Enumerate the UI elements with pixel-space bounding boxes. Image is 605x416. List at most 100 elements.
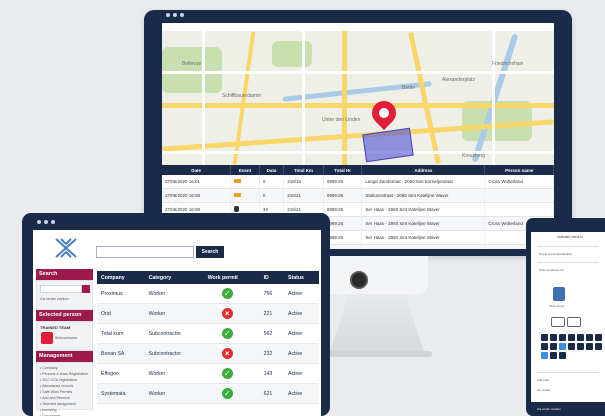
location-map[interactable]: Bellevue Schiffbauerdamm Unter den Linde… bbox=[162, 31, 554, 165]
event-address: Ser Haas - 2860 Sint Katelijne Waver bbox=[361, 244, 486, 249]
map-label: Berlin bbox=[402, 85, 415, 91]
key-button[interactable] bbox=[541, 343, 548, 350]
selected-person-title: Selected person bbox=[36, 310, 93, 321]
map-street bbox=[162, 71, 554, 74]
event-date: 27/06/2020 16:01 bbox=[162, 175, 232, 189]
company-row[interactable]: Effegoo Worker ✓ 143 Active bbox=[97, 363, 319, 384]
map-label: Schiffbauerdamm bbox=[222, 93, 262, 99]
work-permit-cell: × bbox=[203, 303, 260, 324]
company-name: Orid bbox=[97, 303, 145, 324]
column-header[interactable]: Total Km bbox=[283, 165, 324, 175]
brand-logo-icon bbox=[350, 271, 368, 289]
key-button[interactable] bbox=[559, 343, 566, 350]
key-button[interactable] bbox=[559, 334, 566, 341]
stepper-minus-button[interactable] bbox=[551, 317, 565, 327]
cross-icon: × bbox=[221, 308, 233, 319]
key-button[interactable] bbox=[595, 334, 602, 341]
map-label: Kreuzberg bbox=[462, 153, 486, 159]
key-button[interactable] bbox=[559, 352, 566, 359]
map-road bbox=[162, 103, 554, 108]
column-header[interactable]: Data bbox=[259, 165, 285, 175]
geofence-area[interactable] bbox=[362, 127, 414, 163]
column-header[interactable]: Status bbox=[284, 271, 319, 284]
map-label: Friedrichshain bbox=[492, 61, 524, 67]
app-logo-icon bbox=[55, 238, 77, 258]
company-category: Worker bbox=[144, 303, 204, 324]
management-title: Management bbox=[36, 351, 93, 362]
company-row[interactable]: Bonan SA Subcontractor × 232 Active bbox=[97, 343, 319, 364]
key-button[interactable] bbox=[550, 334, 557, 341]
sidebar-search-panel: Ga verder zoeken bbox=[36, 280, 93, 310]
company-row[interactable]: Total kurn Subcontractor ✓ 562 Active bbox=[97, 323, 319, 344]
key-button[interactable] bbox=[577, 334, 584, 341]
person-icon bbox=[234, 206, 240, 212]
sidebar-search-note[interactable]: Ga verder zoeken bbox=[40, 297, 69, 301]
event-row[interactable]: 27/06/2020 16:08 0 216/21 0999:26 Stationsst… bbox=[162, 188, 554, 203]
divider bbox=[537, 262, 599, 263]
column-header[interactable]: Work permit bbox=[203, 271, 260, 284]
company-row[interactable]: Systemata Worker ✓ 621 Active bbox=[97, 383, 319, 404]
column-header[interactable]: Event bbox=[230, 165, 260, 175]
search-input[interactable] bbox=[96, 246, 194, 258]
key-button[interactable] bbox=[568, 343, 575, 350]
map-park bbox=[162, 47, 222, 93]
key-button[interactable] bbox=[550, 343, 557, 350]
work-permit-cell: ✓ bbox=[203, 363, 260, 384]
key-button[interactable] bbox=[550, 352, 557, 359]
column-header[interactable]: Category bbox=[144, 271, 204, 284]
map-label: Unter den Linden bbox=[322, 117, 361, 123]
selected-person-panel: TRAINED TEAM Subcontractor bbox=[36, 321, 93, 351]
phone-row[interactable]: Ga verder bbox=[537, 388, 550, 392]
key-button[interactable] bbox=[541, 334, 548, 341]
sidebar-search-input[interactable] bbox=[40, 285, 82, 293]
map-pin-icon[interactable] bbox=[367, 96, 401, 130]
search-button[interactable]: Search bbox=[196, 246, 224, 258]
sidebar-search-go-button[interactable] bbox=[82, 285, 90, 293]
work-permit-cell: ✓ bbox=[203, 323, 260, 344]
company-status: Active bbox=[284, 383, 319, 404]
event-address: Ser Haas - 2860 Sint Katelijne Waver bbox=[361, 202, 486, 217]
event-hr: 0999:26 bbox=[323, 202, 363, 217]
phone-row: Work hours bbox=[549, 304, 565, 308]
company-id: 621 bbox=[259, 383, 285, 404]
company-category: Subcontractor bbox=[144, 343, 204, 364]
key-button[interactable] bbox=[541, 352, 548, 359]
phone-row[interactable]: Scan employee ID bbox=[539, 268, 564, 272]
key-button[interactable] bbox=[568, 334, 575, 341]
company-status: Active bbox=[284, 343, 319, 364]
company-row[interactable]: Orid Worker × 221 Active bbox=[97, 303, 319, 324]
phone-footer-label[interactable]: Ga verder zoeken bbox=[537, 407, 561, 411]
stepper-plus-button[interactable] bbox=[567, 317, 581, 327]
divider bbox=[537, 246, 599, 247]
key-button[interactable] bbox=[586, 343, 593, 350]
check-icon: ✓ bbox=[221, 328, 233, 339]
column-header[interactable]: Person name bbox=[484, 165, 554, 175]
person-name: TRAINED TEAM bbox=[40, 325, 71, 330]
event-date: 27/06/2020 16:08 bbox=[162, 188, 232, 203]
map-label: Bellevue bbox=[182, 61, 202, 67]
work-permit-cell: ✓ bbox=[203, 284, 260, 304]
window-controls bbox=[37, 220, 55, 224]
column-header[interactable]: Address bbox=[361, 165, 486, 175]
column-header[interactable]: Company bbox=[97, 271, 145, 284]
column-header[interactable]: Total Hr bbox=[323, 165, 363, 175]
key-button[interactable] bbox=[595, 343, 602, 350]
event-row[interactable]: 27/06/2020 16:01 0 216/16 0999:26 Lange Zand… bbox=[162, 175, 554, 189]
key-button[interactable] bbox=[586, 334, 593, 341]
company-category: Subcontractor bbox=[144, 323, 204, 344]
phone-row[interactable]: Add note bbox=[537, 378, 549, 382]
truck-icon bbox=[234, 193, 242, 197]
id-card-icon[interactable] bbox=[553, 287, 565, 301]
column-header[interactable]: ID bbox=[259, 271, 285, 284]
phone-footer-bar[interactable]: Ga verder zoeken bbox=[531, 402, 605, 416]
column-header[interactable]: Date bbox=[162, 165, 232, 175]
company-status: Active bbox=[284, 363, 319, 384]
map-street bbox=[492, 31, 495, 165]
keypad bbox=[541, 334, 602, 359]
company-row[interactable]: Proximus Worker ✓ 756 Active bbox=[97, 284, 319, 304]
event-person bbox=[484, 202, 554, 217]
key-button[interactable] bbox=[577, 343, 584, 350]
monitor-stand bbox=[330, 294, 424, 352]
map-river bbox=[471, 33, 519, 163]
map-street bbox=[162, 151, 554, 154]
